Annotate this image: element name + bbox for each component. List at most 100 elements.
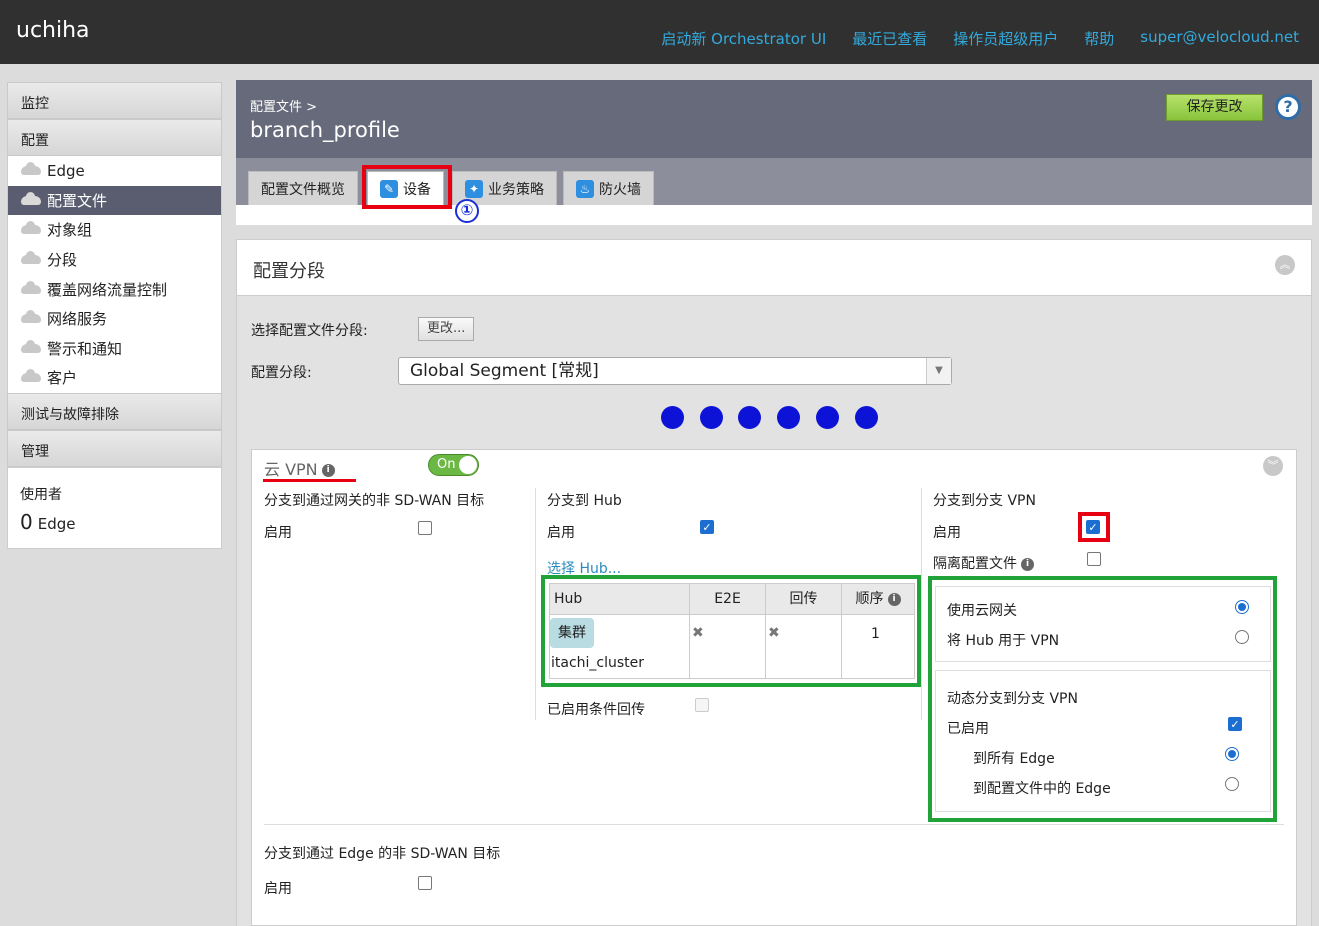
sidebar-section-test[interactable]: 测试与故障排除 bbox=[7, 392, 222, 430]
collapse-up-icon[interactable]: ︽ bbox=[1275, 255, 1295, 275]
sidebar-item-edge[interactable]: Edge bbox=[8, 156, 221, 186]
sidebar-item-label: Edge bbox=[47, 161, 85, 180]
annotation-dot bbox=[816, 406, 839, 429]
flame-icon: ♨ bbox=[576, 179, 594, 198]
tab-label: 配置文件概览 bbox=[261, 181, 345, 198]
annotation-hub-table-highlight bbox=[541, 575, 921, 687]
topnav-user-link[interactable]: super@velocloud.net bbox=[1140, 28, 1299, 49]
branch-to-hub-enable-label: 启用 bbox=[547, 525, 575, 541]
help-icon[interactable]: ? bbox=[1275, 94, 1301, 120]
column-divider bbox=[921, 488, 922, 720]
user-count-unit: Edge bbox=[37, 514, 76, 533]
tab-label: 防火墙 bbox=[599, 181, 641, 198]
toggle-knob bbox=[459, 456, 477, 474]
user-count-number: 0 bbox=[20, 509, 33, 534]
sidebar-item-profiles[interactable]: 配置文件 bbox=[8, 185, 221, 216]
collapse-down-icon[interactable]: ︾ bbox=[1263, 456, 1283, 476]
segment-panel-title: 配置分段 bbox=[253, 261, 325, 282]
sidebar-section-monitor[interactable]: 监控 bbox=[7, 82, 222, 119]
branch-to-branch-title: 分支到分支 VPN bbox=[933, 493, 1036, 509]
topnav-recent-link[interactable]: 最近已查看 bbox=[852, 28, 927, 49]
sidebar-item-overlay-flow-control[interactable]: 覆盖网络流量控制 bbox=[8, 274, 221, 304]
column-divider bbox=[535, 488, 536, 720]
tab-firewall[interactable]: ♨ 防火墙 bbox=[563, 171, 654, 205]
cloud-icon bbox=[21, 369, 41, 383]
cloud-icon bbox=[21, 251, 41, 265]
isolate-profile-checkbox[interactable] bbox=[1087, 552, 1101, 566]
sidebar-item-customers[interactable]: 客户 bbox=[8, 363, 221, 393]
sidebar-item-network-services[interactable]: 网络服务 bbox=[8, 304, 221, 334]
sidebar-item-object-groups[interactable]: 对象组 bbox=[8, 215, 221, 245]
cloud-icon bbox=[21, 339, 41, 353]
topnav-operator-link[interactable]: 操作员超级用户 bbox=[953, 28, 1058, 49]
sidebar: 监控 配置 Edge 配置文件 对象组 分段 覆盖网络流量控制 网络服务 警示和… bbox=[7, 82, 222, 549]
sidebar-item-alerts[interactable]: 警示和通知 bbox=[8, 334, 221, 364]
sidebar-item-label: 配置文件 bbox=[47, 191, 108, 210]
callout-marker: ① bbox=[455, 199, 479, 223]
tab-label: 业务策略 bbox=[488, 181, 544, 198]
conditional-backhaul-checkbox[interactable] bbox=[695, 698, 709, 712]
annotation-branch-checkbox-highlight bbox=[1078, 512, 1110, 542]
top-bar: uchiha 启动新 Orchestrator UI 最近已查看 操作员超级用户… bbox=[0, 0, 1319, 64]
cloud-vpn-toggle[interactable]: On bbox=[428, 454, 479, 476]
cloud-icon bbox=[21, 280, 41, 294]
non-sdwan-gateway-checkbox[interactable] bbox=[418, 521, 432, 535]
isolate-profile-label: 隔离配置文件 i bbox=[933, 553, 1034, 573]
sidebar-section-config[interactable]: 配置 bbox=[7, 119, 222, 156]
cloud-vpn-title: 云 VPN i bbox=[264, 456, 335, 480]
annotation-dot bbox=[700, 406, 723, 429]
non-sdwan-gateway-enable-label: 启用 bbox=[264, 525, 292, 541]
sidebar-user-summary: 使用者 0 Edge bbox=[7, 466, 222, 549]
page-title: branch_profile bbox=[250, 118, 400, 142]
save-changes-button[interactable]: 保存更改 bbox=[1166, 94, 1263, 121]
sidebar-item-label: 警示和通知 bbox=[47, 339, 123, 358]
brand-name: uchiha bbox=[16, 18, 90, 43]
cloud-icon bbox=[21, 191, 41, 205]
cloud-icon bbox=[21, 310, 41, 324]
segment-select-value: Global Segment [常规] bbox=[410, 361, 599, 381]
sidebar-item-segments[interactable]: 分段 bbox=[8, 245, 221, 275]
sidebar-item-label: 分段 bbox=[47, 251, 78, 270]
tab-profile-overview[interactable]: 配置文件概览 bbox=[248, 171, 358, 205]
chevron-down-icon: ▼ bbox=[926, 358, 951, 384]
sidebar-section-admin[interactable]: 管理 bbox=[7, 429, 222, 467]
non-sdwan-edge-title: 分支到通过 Edge 的非 SD-WAN 目标 bbox=[264, 846, 501, 862]
branch-to-hub-title: 分支到 Hub bbox=[547, 493, 622, 509]
topnav-new-ui-link[interactable]: 启动新 Orchestrator UI bbox=[661, 28, 826, 49]
cloud-icon bbox=[21, 221, 41, 235]
annotation-branch-options-highlight bbox=[928, 576, 1277, 822]
segment-select[interactable]: Global Segment [常规] ▼ bbox=[398, 357, 952, 385]
toggle-label: On bbox=[437, 457, 456, 472]
top-nav: 启动新 Orchestrator UI 最近已查看 操作员超级用户 帮助 sup… bbox=[635, 28, 1299, 49]
branch-to-branch-enable-label: 启用 bbox=[933, 525, 961, 541]
select-profile-segment-label: 选择配置文件分段: bbox=[251, 323, 368, 339]
topnav-help-link[interactable]: 帮助 bbox=[1084, 28, 1114, 49]
annotation-dot bbox=[855, 406, 878, 429]
segment-panel-header: 配置分段 ︽ bbox=[236, 239, 1312, 296]
sidebar-item-label: 网络服务 bbox=[47, 310, 108, 329]
user-label: 使用者 bbox=[20, 486, 62, 503]
annotation-dot bbox=[661, 406, 684, 429]
cloud-vpn-title-text: 云 VPN bbox=[264, 460, 318, 479]
branch-to-hub-checkbox[interactable]: ✓ bbox=[700, 520, 714, 534]
sidebar-item-label: 对象组 bbox=[47, 221, 93, 240]
page-header: 配置文件 > branch_profile 保存更改 ? bbox=[236, 80, 1312, 158]
change-segment-button[interactable]: 更改... bbox=[418, 317, 475, 341]
annotation-vpn-underline bbox=[263, 479, 356, 482]
info-icon[interactable]: i bbox=[1021, 557, 1034, 571]
info-icon[interactable]: i bbox=[321, 464, 335, 477]
sidebar-item-label: 覆盖网络流量控制 bbox=[47, 280, 168, 299]
non-sdwan-gateway-title: 分支到通过网关的非 SD-WAN 目标 bbox=[264, 493, 485, 509]
annotation-dot bbox=[738, 406, 761, 429]
breadcrumb[interactable]: 配置文件 > bbox=[250, 96, 317, 115]
section-divider bbox=[264, 824, 1284, 825]
sidebar-item-label: 客户 bbox=[47, 369, 78, 388]
sidebar-config-list: Edge 配置文件 对象组 分段 覆盖网络流量控制 网络服务 警示和通知 客户 bbox=[7, 156, 222, 393]
isolate-profile-text: 隔离配置文件 bbox=[933, 556, 1017, 572]
non-sdwan-edge-checkbox[interactable] bbox=[418, 876, 432, 890]
conditional-backhaul-label: 已启用条件回传 bbox=[547, 702, 645, 718]
non-sdwan-edge-enable-label: 启用 bbox=[264, 881, 292, 897]
cloud-icon bbox=[21, 162, 41, 176]
user-count: 0 Edge bbox=[20, 510, 221, 534]
annotation-dot bbox=[777, 406, 800, 429]
